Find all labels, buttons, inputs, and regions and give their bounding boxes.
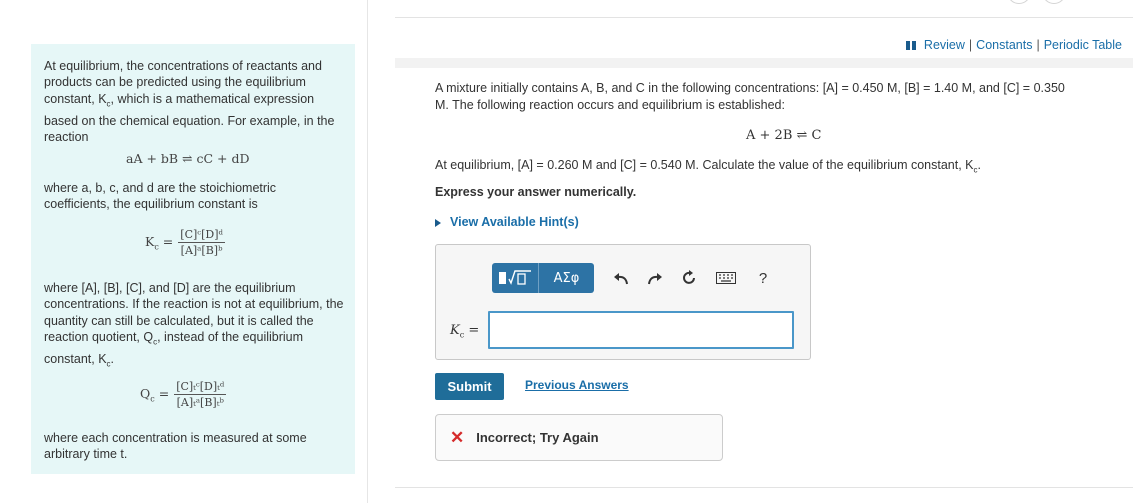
reset-icon[interactable]: [672, 263, 706, 293]
part-header-bar: [395, 58, 1133, 68]
qc-expression: Qc = [C]ₜᶜ[D]ₜᵈ [A]ₜᵃ[B]ₜᵇ: [140, 380, 227, 409]
intro-panel: At equilibrium, the concentrations of re…: [31, 44, 355, 474]
answer-box: ΑΣφ ? Kc =: [435, 244, 811, 360]
math-toolbar: ΑΣφ ?: [492, 263, 780, 293]
bars-icon: [905, 40, 916, 50]
previous-answers-link[interactable]: Previous Answers: [525, 378, 629, 392]
question-line-1: A mixture initially contains A, B, and C…: [435, 81, 1065, 95]
feedback-text: Incorrect; Try Again: [476, 430, 599, 445]
incorrect-x-icon: ✕: [450, 427, 465, 447]
intro-paragraph-4: where each concentration is measured at …: [44, 431, 307, 462]
reaction-equation: A + 2B ⇌ C: [746, 128, 822, 143]
view-hints-link[interactable]: View Available Hint(s): [435, 215, 579, 229]
kc-input-label: Kc =: [450, 323, 480, 340]
question-line-2: M. The following reaction occurs and equ…: [435, 98, 785, 112]
instruction: Express your answer numerically.: [435, 185, 637, 199]
templates-button[interactable]: [492, 263, 539, 293]
circle-icon: [1042, 0, 1066, 4]
templates-icon: [499, 270, 531, 285]
keyboard-icon[interactable]: [706, 263, 746, 293]
resource-links: Review | Constants | Periodic Table: [905, 38, 1122, 52]
intro-paragraph-3: where [A], [B], [C], and [D] are the equ…: [44, 281, 344, 369]
expand-triangle-icon: [435, 218, 441, 227]
review-link[interactable]: Review: [924, 38, 965, 52]
intro-paragraph-1: At equilibrium, the concentrations of re…: [44, 59, 335, 145]
intro-paragraph-2: where a, b, c, and d are the stoichiomet…: [44, 181, 277, 212]
top-divider: [395, 17, 1133, 18]
general-reaction: aA + bB ⇌ cC + dD: [126, 151, 250, 166]
bottom-divider: [395, 487, 1133, 488]
redo-icon[interactable]: [638, 263, 672, 293]
kc-answer-input[interactable]: [488, 311, 794, 349]
help-icon[interactable]: ?: [746, 263, 780, 293]
feedback-box: ✕ Incorrect; Try Again: [435, 414, 723, 461]
kc-expression: Kc = [C]ᶜ[D]ᵈ [A]ᵃ[B]ᵇ: [145, 228, 225, 257]
circle-icon: [1007, 0, 1031, 4]
submit-button[interactable]: Submit: [435, 373, 504, 400]
greek-symbols-button[interactable]: ΑΣφ: [539, 263, 594, 293]
equilibrium-info: At equilibrium, [A] = 0.260 M and [C] = …: [435, 158, 981, 175]
constants-link[interactable]: Constants: [976, 38, 1032, 52]
periodic-table-link[interactable]: Periodic Table: [1044, 38, 1122, 52]
undo-icon[interactable]: [604, 263, 638, 293]
column-divider: [367, 0, 368, 503]
template-buttons: ΑΣφ: [492, 263, 594, 293]
